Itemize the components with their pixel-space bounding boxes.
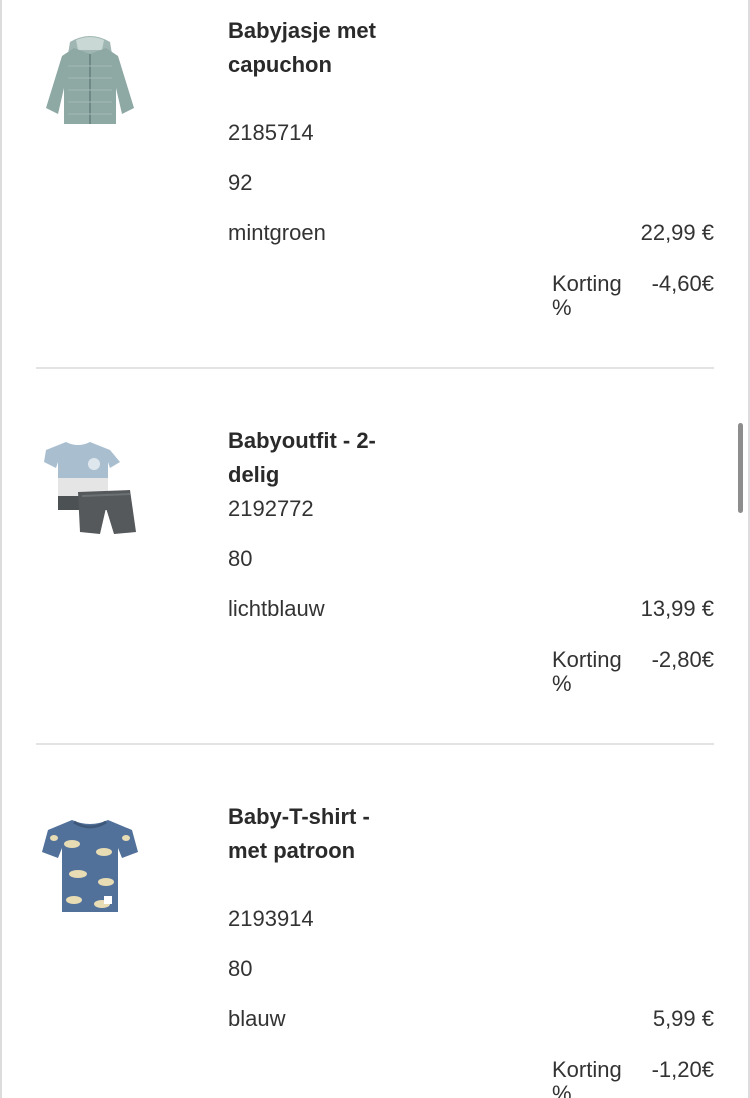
product-color: lichtblauw — [228, 596, 325, 621]
left-frame-border — [0, 0, 2, 1098]
discount-label: Korting % — [552, 271, 622, 320]
product-color: mintgroen — [228, 220, 326, 245]
product-color: blauw — [228, 1006, 286, 1031]
discount-value: -2,80€ — [651, 647, 714, 672]
patterned-tshirt-image — [42, 820, 138, 912]
product-sku: 2192772 — [228, 496, 314, 521]
scrollbar-thumb[interactable] — [738, 423, 743, 513]
product-image-jacket[interactable] — [38, 26, 142, 130]
item-divider — [36, 743, 714, 745]
product-size: 80 — [228, 956, 253, 981]
product-sku: 2185714 — [228, 120, 314, 145]
tshirt-shorts-outfit-image — [44, 442, 136, 534]
cart-items-page: Babyjasje met capuchon 2185714 92 mintgr… — [0, 0, 750, 1098]
product-size: 92 — [228, 170, 253, 195]
product-name[interactable]: Baby-T-shirt - met patroon — [228, 800, 378, 868]
product-price: 13,99 € — [640, 596, 714, 621]
product-sku: 2193914 — [228, 906, 314, 931]
product-image-outfit[interactable] — [38, 434, 142, 538]
discount-label: Korting % — [552, 1057, 622, 1098]
product-size: 80 — [228, 546, 253, 571]
discount-value: -1,20€ — [651, 1057, 714, 1082]
product-name[interactable]: Babyjasje met capuchon — [228, 14, 378, 82]
product-price: 22,99 € — [640, 220, 714, 245]
discount-label: Korting % — [552, 647, 622, 696]
discount-value: -4,60€ — [651, 271, 714, 296]
product-name[interactable]: Babyoutfit - 2-delig — [228, 424, 378, 492]
item-divider — [36, 367, 714, 369]
product-price: 5,99 € — [652, 1006, 714, 1031]
rain-jacket-hood-image — [46, 36, 134, 124]
product-image-tshirt[interactable] — [38, 812, 142, 916]
